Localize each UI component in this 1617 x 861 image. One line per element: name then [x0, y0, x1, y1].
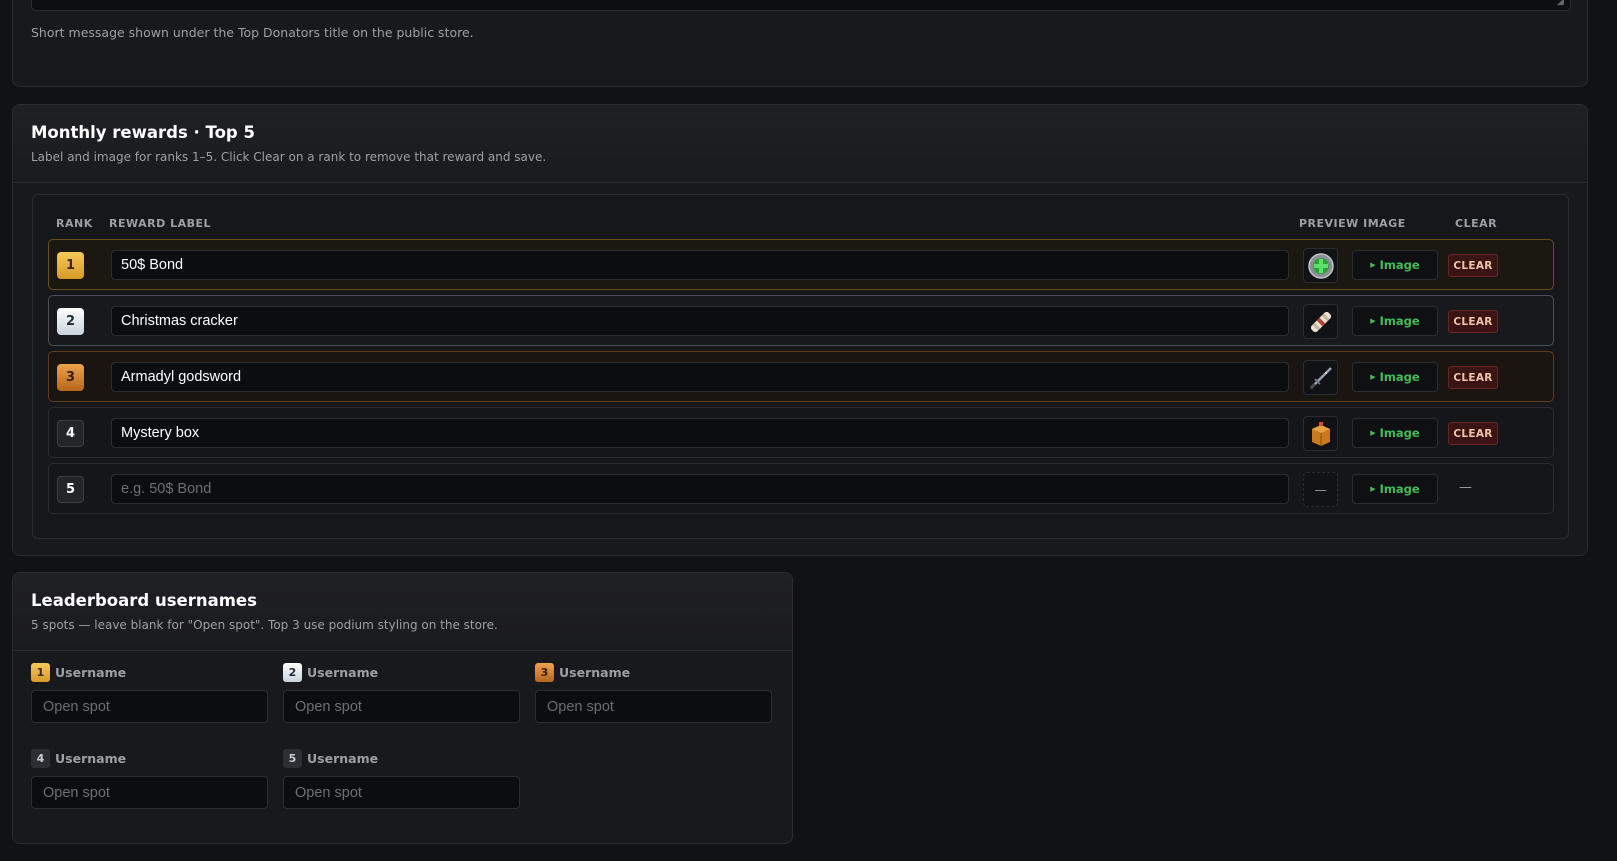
slot-label: 5 Username [283, 749, 520, 768]
username-input[interactable] [283, 776, 520, 809]
reward-label-input[interactable] [111, 362, 1289, 392]
rewards-subtitle: Label and image for ranks 1–5. Click Cle… [31, 150, 547, 164]
rank-badge: 4 [31, 749, 50, 768]
leaderboard-subtitle: 5 spots — leave blank for "Open spot". T… [31, 618, 498, 632]
username-input[interactable] [535, 690, 772, 723]
reward-row-2: 2 ▶ Image CLEAR [48, 295, 1554, 346]
rewards-card-header: Monthly rewards · Top 5 Label and image … [13, 105, 1587, 183]
rank-badge: 3 [535, 663, 554, 682]
bond-icon [1307, 252, 1334, 279]
reward-row-4: 4 ▶ Image CLEAR [48, 407, 1554, 458]
reward-label-input[interactable] [111, 474, 1289, 504]
leaderboard-slot-3: 3 Username [535, 663, 772, 723]
store-message-textarea[interactable]: ◢ [31, 0, 1571, 11]
reward-preview [1303, 360, 1338, 395]
clear-placeholder: — [1459, 480, 1472, 495]
column-header-clear: CLEAR [1455, 217, 1498, 230]
image-button[interactable]: ▶ Image [1352, 250, 1438, 280]
clear-button[interactable]: CLEAR [1448, 422, 1498, 445]
rank-badge: 5 [57, 476, 84, 503]
reward-preview [1303, 416, 1338, 451]
rank-badge: 3 [57, 364, 84, 391]
mystery-box-icon [1311, 421, 1330, 446]
column-header-reward-label: REWARD LABEL [109, 217, 211, 230]
cracker-icon [1310, 311, 1331, 332]
reward-label-input[interactable] [111, 250, 1289, 280]
store-message-hint: Short message shown under the Top Donato… [31, 25, 474, 40]
username-input[interactable] [31, 776, 268, 809]
image-button[interactable]: ▶ Image [1352, 362, 1438, 392]
play-triangle-icon: ▶ [1370, 373, 1376, 381]
rank-badge: 2 [57, 308, 84, 335]
rewards-table: RANK REWARD LABEL PREVIEW IMAGE CLEAR 1 … [32, 194, 1569, 539]
leaderboard-slot-1: 1 Username [31, 663, 268, 723]
rank-badge: 1 [57, 252, 84, 279]
rank-badge: 5 [283, 749, 302, 768]
resize-grip-icon[interactable]: ◢ [1557, 0, 1566, 7]
slot-label: 2 Username [283, 663, 520, 682]
image-button[interactable]: ▶ Image [1352, 474, 1438, 504]
clear-button[interactable]: CLEAR [1448, 310, 1498, 333]
image-button[interactable]: ▶ Image [1352, 418, 1438, 448]
slot-label: 1 Username [31, 663, 268, 682]
monthly-rewards-card: Monthly rewards · Top 5 Label and image … [12, 104, 1588, 556]
rank-badge: 1 [31, 663, 50, 682]
slot-label: 3 Username [535, 663, 772, 682]
play-triangle-icon: ▶ [1370, 261, 1376, 269]
leaderboard-slot-4: 4 Username [31, 749, 268, 809]
username-input[interactable] [31, 690, 268, 723]
reward-label-input[interactable] [111, 418, 1289, 448]
rewards-title: Monthly rewards · Top 5 [31, 123, 255, 142]
reward-row-1: 1 ▶ Image CLEAR [48, 239, 1554, 290]
leaderboard-slot-5: 5 Username [283, 749, 520, 809]
reward-row-5: 5 — ▶ Image — [48, 463, 1554, 514]
column-header-rank: RANK [56, 217, 93, 230]
reward-label-input[interactable] [111, 306, 1289, 336]
clear-button[interactable]: CLEAR [1448, 254, 1498, 277]
rank-badge: 4 [57, 420, 84, 447]
reward-preview-empty: — [1303, 472, 1338, 507]
reward-preview [1303, 248, 1338, 283]
play-triangle-icon: ▶ [1370, 317, 1376, 325]
slot-label: 4 Username [31, 749, 268, 768]
reward-row-3: 3 ▶ Image CLEAR [48, 351, 1554, 402]
image-button[interactable]: ▶ Image [1352, 306, 1438, 336]
play-triangle-icon: ▶ [1370, 429, 1376, 437]
reward-preview [1303, 304, 1338, 339]
username-input[interactable] [283, 690, 520, 723]
leaderboard-title: Leaderboard usernames [31, 591, 257, 610]
store-message-card: ◢ Short message shown under the Top Dona… [12, 0, 1588, 87]
clear-button[interactable]: CLEAR [1448, 366, 1498, 389]
godsword-icon [1309, 366, 1332, 389]
leaderboard-usernames-card: Leaderboard usernames 5 spots — leave bl… [12, 572, 793, 844]
column-header-preview-image: PREVIEW IMAGE [1299, 217, 1406, 230]
leaderboard-slot-2: 2 Username [283, 663, 520, 723]
play-triangle-icon: ▶ [1370, 485, 1376, 493]
leaderboard-card-header: Leaderboard usernames 5 spots — leave bl… [13, 573, 792, 651]
rank-badge: 2 [283, 663, 302, 682]
